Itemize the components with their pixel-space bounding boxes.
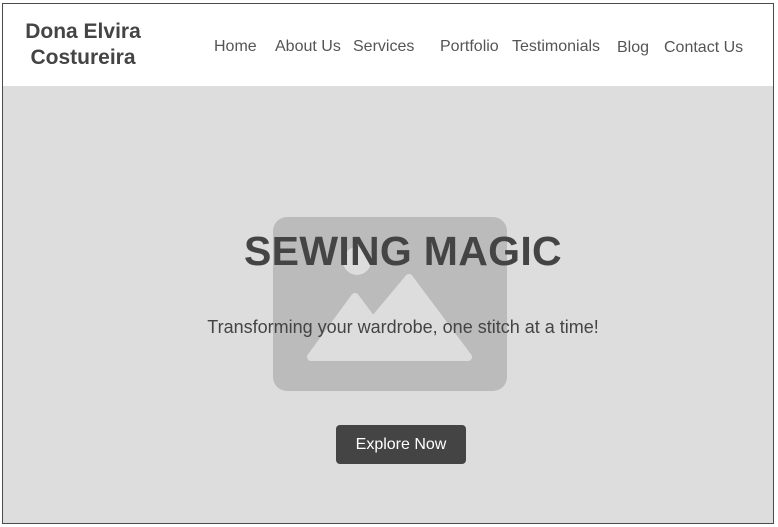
nav-link-home[interactable]: Home bbox=[214, 38, 257, 56]
explore-now-button[interactable]: Explore Now bbox=[336, 425, 466, 464]
brand-name-line1: Dona Elvira bbox=[25, 20, 141, 43]
hero-subtitle: Transforming your wardrobe, one stitch a… bbox=[207, 317, 599, 337]
page-frame: Dona Elvira Costureira Home About Us Ser… bbox=[2, 3, 774, 524]
nav-link-services[interactable]: Services bbox=[353, 38, 414, 56]
hero-section: SEWING MAGIC Transforming your wardrobe,… bbox=[3, 86, 773, 523]
nav-link-blog[interactable]: Blog bbox=[617, 39, 649, 57]
hero-title: SEWING MAGIC bbox=[244, 228, 562, 274]
nav-link-about-us[interactable]: About Us bbox=[275, 38, 341, 56]
nav-link-portfolio[interactable]: Portfolio bbox=[440, 38, 499, 56]
site-header: Dona Elvira Costureira Home About Us Ser… bbox=[3, 4, 773, 86]
nav-link-contact-us[interactable]: Contact Us bbox=[664, 39, 743, 57]
brand-logo[interactable]: Dona Elvira Costureira bbox=[3, 19, 163, 71]
brand-name-line2: Costureira bbox=[30, 46, 136, 69]
nav-link-testimonials[interactable]: Testimonials bbox=[512, 38, 600, 56]
